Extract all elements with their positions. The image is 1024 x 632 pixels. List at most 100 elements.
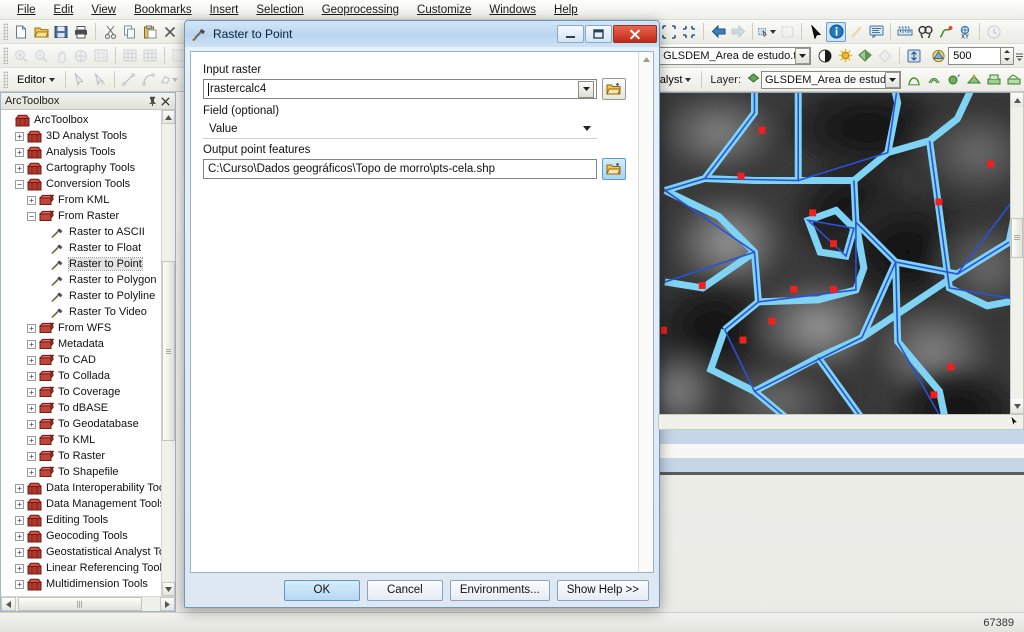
scrollbar-thumb[interactable]: [18, 597, 142, 611]
field-optional-combobox[interactable]: Value: [203, 119, 597, 139]
tree-node-to-shapefile[interactable]: + To Shapefile: [3, 464, 161, 480]
expand-toggle-icon[interactable]: +: [27, 323, 36, 333]
tree-node-cartography-tools[interactable]: + Cartography Tools: [3, 160, 161, 176]
toolbar-grip[interactable]: [3, 71, 8, 88]
clear-selection-icon[interactable]: [777, 22, 797, 42]
map-view[interactable]: [658, 92, 1024, 430]
menu-help[interactable]: Help: [545, 2, 587, 18]
interpolate-icon[interactable]: [944, 70, 964, 90]
map-horizontal-scrollbar[interactable]: [658, 414, 1024, 430]
stepper-up-icon[interactable]: [1001, 48, 1013, 56]
collapse-toggle-icon[interactable]: −: [15, 179, 24, 189]
zoom-in-icon[interactable]: [659, 22, 679, 42]
scroll-down-icon[interactable]: [1011, 399, 1023, 413]
toolbar-grip[interactable]: [3, 47, 8, 64]
toolbar-grip[interactable]: [3, 23, 8, 40]
tree-node-geostatistical-analyst-tool[interactable]: + Geostatistical Analyst Tool: [3, 544, 161, 560]
stepper-down-icon[interactable]: [1001, 56, 1013, 64]
scroll-down-icon[interactable]: [162, 582, 175, 596]
swipe-icon[interactable]: [875, 46, 895, 66]
tree-node-editing-tools[interactable]: + Editing Tools: [3, 512, 161, 528]
expand-toggle-icon[interactable]: +: [27, 419, 36, 429]
fixed-zoom-icon[interactable]: [91, 46, 111, 66]
ok-button[interactable]: OK: [283, 579, 360, 601]
full-extent-icon[interactable]: [71, 46, 91, 66]
arc-segment-icon[interactable]: [139, 70, 159, 90]
tree-node-analysis-tools[interactable]: + Analysis Tools: [3, 144, 161, 160]
tree-node-to-geodatabase[interactable]: + To Geodatabase: [3, 416, 161, 432]
scroll-left-icon[interactable]: [1, 597, 16, 611]
expand-toggle-icon[interactable]: +: [27, 339, 36, 349]
toolbox-horizontal-scrollbar[interactable]: [1, 596, 175, 611]
menu-windows[interactable]: Windows: [480, 2, 545, 18]
tree-node-from-wfs[interactable]: + From WFS: [3, 320, 161, 336]
expand-toggle-icon[interactable]: +: [15, 579, 24, 589]
menu-view[interactable]: View: [82, 2, 125, 18]
identify-icon[interactable]: [826, 21, 846, 42]
delete-icon[interactable]: [160, 22, 180, 42]
tree-node-to-collada[interactable]: + To Collada: [3, 368, 161, 384]
cancel-button[interactable]: Cancel: [366, 579, 443, 601]
time-slider-icon[interactable]: [984, 22, 1004, 42]
tree-node-multidimension-tools[interactable]: + Multidimension Tools: [3, 576, 161, 592]
close-button[interactable]: [613, 25, 657, 43]
hyperlink-icon[interactable]: [846, 22, 866, 42]
dialog-vertical-scrollbar[interactable]: [638, 52, 653, 572]
reclassify-icon[interactable]: [984, 70, 1004, 90]
scrollbar-thumb[interactable]: [1011, 217, 1023, 258]
edit-tool-icon[interactable]: [70, 70, 90, 90]
tree-node-from-raster[interactable]: − From Raster: [3, 208, 161, 224]
chevron-down-icon[interactable]: [171, 77, 178, 82]
expand-toggle-icon[interactable]: +: [27, 371, 36, 381]
collapse-toggle-icon[interactable]: −: [27, 211, 36, 221]
tree-node-to-coverage[interactable]: + To Coverage: [3, 384, 161, 400]
scroll-right-icon[interactable]: [160, 597, 175, 611]
expand-toggle-icon[interactable]: +: [15, 147, 24, 157]
paste-icon[interactable]: [140, 22, 160, 42]
flicker-icon[interactable]: [904, 46, 924, 66]
scroll-up-icon[interactable]: [162, 110, 175, 124]
tree-node-raster-to-point[interactable]: Raster to Point: [3, 256, 161, 272]
select-features-icon[interactable]: [757, 22, 777, 42]
brightness-icon[interactable]: [835, 46, 855, 66]
show-help-button[interactable]: Show Help >>: [556, 579, 649, 601]
expand-toggle-icon[interactable]: +: [15, 163, 24, 173]
menu-insert[interactable]: Insert: [201, 2, 248, 18]
menu-customize[interactable]: Customize: [408, 2, 480, 18]
flicker-interval-field[interactable]: 500: [948, 46, 1000, 65]
transparency-icon[interactable]: [855, 46, 875, 66]
tree-node-metadata[interactable]: + Metadata: [3, 336, 161, 352]
input-raster-browse-button[interactable]: [602, 78, 626, 100]
minimize-button[interactable]: [557, 25, 584, 43]
zoom-out-icon[interactable]: [31, 46, 51, 66]
select-elements-icon[interactable]: [806, 22, 826, 42]
flicker-interval-stepper[interactable]: [1000, 46, 1014, 65]
chevron-down-icon[interactable]: [583, 126, 591, 131]
scrollbar-track[interactable]: [16, 597, 160, 611]
chevron-down-icon[interactable]: [795, 47, 811, 64]
toolbox-vertical-scrollbar[interactable]: [161, 110, 175, 596]
tree-node-data-management-tools[interactable]: + Data Management Tools: [3, 496, 161, 512]
scrollbar-track[interactable]: [162, 124, 175, 582]
expand-toggle-icon[interactable]: +: [27, 355, 36, 365]
contrast-icon[interactable]: [815, 46, 835, 66]
measure-icon[interactable]: [895, 22, 915, 42]
html-popup-icon[interactable]: [866, 22, 886, 42]
input-raster-combobox[interactable]: rastercalc4: [203, 79, 597, 99]
scrollbar-thumb[interactable]: [162, 261, 175, 442]
back-extent-icon[interactable]: [708, 22, 728, 42]
zoom-in-icon[interactable]: [11, 46, 31, 66]
tree-node-conversion-tools[interactable]: − Conversion Tools: [3, 176, 161, 192]
editor-menu-button[interactable]: Editor: [11, 71, 61, 89]
tree-node-3d-analyst-tools[interactable]: +3D Analyst Tools: [3, 128, 161, 144]
chevron-down-icon[interactable]: [770, 29, 776, 34]
pan-icon[interactable]: [51, 46, 71, 66]
edit-annotation-icon[interactable]: A: [90, 70, 110, 90]
arctoolbox-tree[interactable]: ArcToolbox +3D Analyst Tools + Analysis Too…: [1, 110, 161, 596]
swipe-layer-icon[interactable]: [928, 46, 948, 66]
expand-toggle-icon[interactable]: +: [15, 515, 24, 525]
surface-icon[interactable]: [964, 70, 984, 90]
raster-calculator-icon[interactable]: [1004, 70, 1024, 90]
expand-toggle-icon[interactable]: +: [15, 547, 24, 557]
expand-toggle-icon[interactable]: +: [27, 435, 36, 445]
